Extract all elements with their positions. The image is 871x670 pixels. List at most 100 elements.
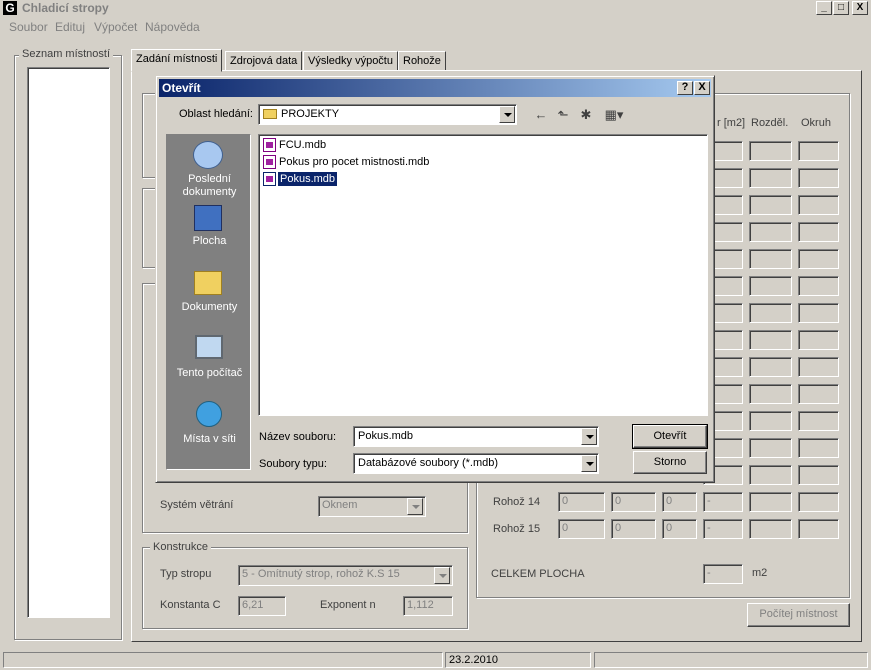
network-icon bbox=[196, 401, 222, 427]
mat-grid-cell[interactable] bbox=[798, 357, 839, 377]
ceiling-type-select[interactable]: 5 - Omítnutý strop, rohož K.S 15 bbox=[238, 565, 453, 586]
place-documents[interactable]: Dokumenty bbox=[167, 261, 252, 327]
ventilation-select-value: Oknem bbox=[322, 499, 358, 511]
mat-grid-cell[interactable] bbox=[798, 303, 839, 323]
mat-grid-cell[interactable] bbox=[798, 492, 839, 512]
look-in-combo[interactable]: PROJEKTY bbox=[258, 104, 517, 125]
place-desktop[interactable]: Plocha bbox=[167, 201, 252, 261]
desktop-icon bbox=[194, 205, 222, 231]
place-desktop-label: Plocha bbox=[192, 235, 227, 247]
rohoz-15-field-2[interactable]: 0 bbox=[611, 519, 656, 539]
mat-grid-cell[interactable] bbox=[749, 384, 792, 404]
tab-zadani-mistnosti[interactable]: Zadání místnosti bbox=[131, 49, 223, 72]
minimize-button[interactable]: _ bbox=[816, 1, 832, 15]
ceiling-type-value: 5 - Omítnutý strop, rohož K.S 15 bbox=[242, 568, 400, 580]
look-in-dropdown-arrow[interactable] bbox=[499, 106, 515, 123]
mat-grid-cell[interactable] bbox=[798, 411, 839, 431]
mat-grid-cell[interactable] bbox=[749, 276, 792, 296]
room-list[interactable] bbox=[27, 67, 110, 618]
place-network-label: Místa v síti bbox=[183, 433, 236, 445]
mat-grid-cell[interactable] bbox=[749, 519, 792, 539]
cancel-button[interactable]: Storno bbox=[633, 451, 707, 474]
filename-input[interactable]: Pokus.mdb bbox=[353, 426, 599, 447]
mat-grid-cell[interactable] bbox=[749, 330, 792, 350]
mat-grid-cell[interactable] bbox=[798, 384, 839, 404]
exponent-n-field[interactable]: 1,112 bbox=[403, 596, 453, 616]
rohoz-15-field-4[interactable]: - bbox=[703, 519, 743, 539]
computer-icon bbox=[195, 335, 223, 359]
up-folder-icon[interactable]: ⬑ bbox=[554, 107, 572, 123]
construction-group bbox=[142, 547, 468, 629]
place-network[interactable]: Místa v síti bbox=[167, 393, 252, 459]
place-recent-label: Poslední dokumenty bbox=[182, 173, 237, 198]
menu-napoveda[interactable]: Nápověda bbox=[145, 20, 200, 34]
mat-grid-cell[interactable] bbox=[798, 519, 839, 539]
mat-grid-cell[interactable] bbox=[798, 168, 839, 188]
close-button[interactable]: X bbox=[852, 1, 868, 15]
menu-edituj[interactable]: Edituj bbox=[55, 20, 85, 34]
database-file-icon bbox=[263, 138, 276, 152]
mat-grid-cell[interactable] bbox=[749, 357, 792, 377]
mat-grid-cell[interactable] bbox=[798, 465, 839, 485]
place-computer[interactable]: Tento počítač bbox=[167, 327, 252, 393]
filename-dropdown-arrow[interactable] bbox=[581, 428, 597, 445]
tab-rohoze[interactable]: Rohože bbox=[398, 51, 446, 71]
exponent-n-label: Exponent n bbox=[320, 599, 376, 611]
calculate-room-button[interactable]: Počítej místnost bbox=[747, 603, 850, 627]
filetype-select[interactable]: Databázové soubory (*.mdb) bbox=[353, 453, 599, 474]
menu-soubor[interactable]: Soubor bbox=[9, 20, 48, 34]
mat-grid-cell[interactable] bbox=[798, 438, 839, 458]
ventilation-dropdown-arrow[interactable] bbox=[407, 498, 423, 515]
mat-grid-cell[interactable] bbox=[749, 411, 792, 431]
file-list[interactable]: FCU.mdb Pokus pro pocet mistnosti.mdb Po… bbox=[258, 134, 708, 416]
tab-vysledky-vypoctu[interactable]: Výsledky výpočtu bbox=[303, 51, 398, 71]
look-in-value: PROJEKTY bbox=[281, 108, 340, 120]
status-cell-main bbox=[3, 652, 443, 668]
mat-grid-cell[interactable] bbox=[749, 492, 792, 512]
rohoz-14-field-2[interactable]: 0 bbox=[611, 492, 656, 512]
dialog-title-bar: Otevřít ? X bbox=[159, 79, 711, 97]
open-button[interactable]: Otevřít bbox=[632, 424, 708, 449]
filename-label: Název souboru: bbox=[259, 431, 337, 443]
window-title: Chladicí stropy bbox=[22, 1, 109, 15]
mat-grid-cell[interactable] bbox=[798, 276, 839, 296]
rohoz-14-field-3[interactable]: 0 bbox=[662, 492, 697, 512]
mat-grid-cell[interactable] bbox=[749, 465, 792, 485]
rohoz-14-field-4[interactable]: - bbox=[703, 492, 743, 512]
ceiling-type-dropdown-arrow[interactable] bbox=[434, 567, 450, 584]
help-button[interactable]: ? bbox=[677, 81, 693, 95]
mat-grid-cell[interactable] bbox=[798, 141, 839, 161]
mat-grid-cell[interactable] bbox=[749, 438, 792, 458]
mat-grid-cell[interactable] bbox=[798, 222, 839, 242]
new-folder-icon[interactable]: ✱ bbox=[577, 107, 595, 123]
rohoz-15-field-1[interactable]: 0 bbox=[558, 519, 605, 539]
mat-grid-cell[interactable] bbox=[749, 141, 792, 161]
mat-grid-cell[interactable] bbox=[749, 222, 792, 242]
view-menu-icon[interactable]: ▦▾ bbox=[601, 107, 627, 123]
filetype-dropdown-arrow[interactable] bbox=[581, 455, 597, 472]
total-area-label: CELKEM PLOCHA bbox=[491, 568, 585, 580]
mat-grid-cell[interactable] bbox=[798, 195, 839, 215]
rohoz-14-field-1[interactable]: 0 bbox=[558, 492, 605, 512]
mat-grid-cell[interactable] bbox=[798, 249, 839, 269]
col-area-header: r [m2] bbox=[717, 117, 746, 129]
place-recent[interactable]: Poslední dokumenty bbox=[167, 135, 252, 201]
mat-grid-cell[interactable] bbox=[749, 303, 792, 323]
maximize-button[interactable]: □ bbox=[833, 1, 849, 15]
mat-grid-cell[interactable] bbox=[749, 168, 792, 188]
ventilation-label: Systém větrání bbox=[160, 499, 234, 511]
constant-c-field[interactable]: 6,21 bbox=[238, 596, 286, 616]
dialog-close-button[interactable]: X bbox=[694, 81, 710, 95]
tab-zdrojova-data[interactable]: Zdrojová data bbox=[225, 51, 303, 71]
mat-grid-cell[interactable] bbox=[749, 195, 792, 215]
rohoz-15-field-3[interactable]: 0 bbox=[662, 519, 697, 539]
places-bar: Poslední dokumenty Plocha Dokumenty Tent… bbox=[166, 134, 251, 470]
place-documents-label: Dokumenty bbox=[181, 301, 238, 313]
mat-grid-cell[interactable] bbox=[798, 330, 839, 350]
menu-vypocet[interactable]: Výpočet bbox=[94, 20, 137, 34]
mat-grid-cell[interactable] bbox=[749, 249, 792, 269]
back-icon[interactable]: ← bbox=[532, 107, 550, 123]
file-name: Pokus.mdb bbox=[278, 172, 338, 186]
title-bar: G Chladicí stropy _ □ X bbox=[0, 0, 871, 17]
constant-c-label: Konstanta C bbox=[160, 599, 221, 611]
